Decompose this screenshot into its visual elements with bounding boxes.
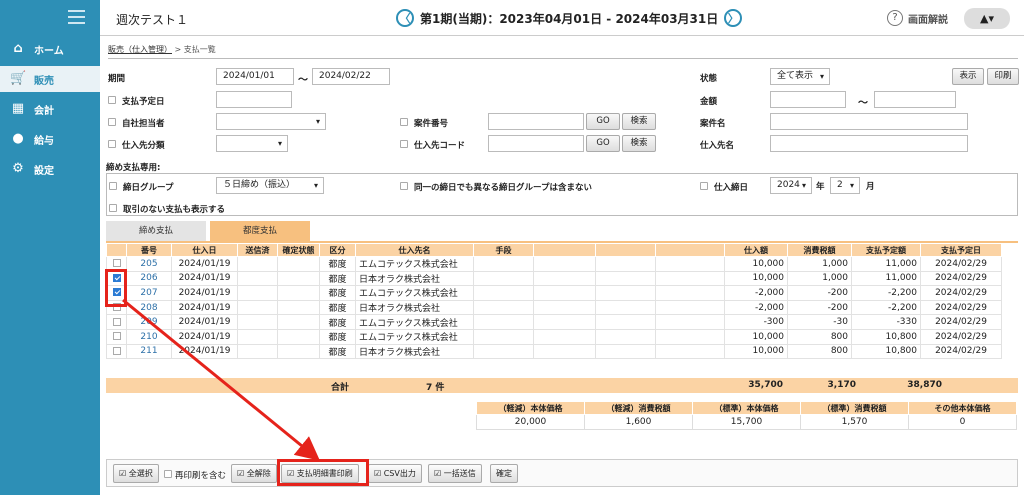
annotation-arrow xyxy=(122,298,320,461)
